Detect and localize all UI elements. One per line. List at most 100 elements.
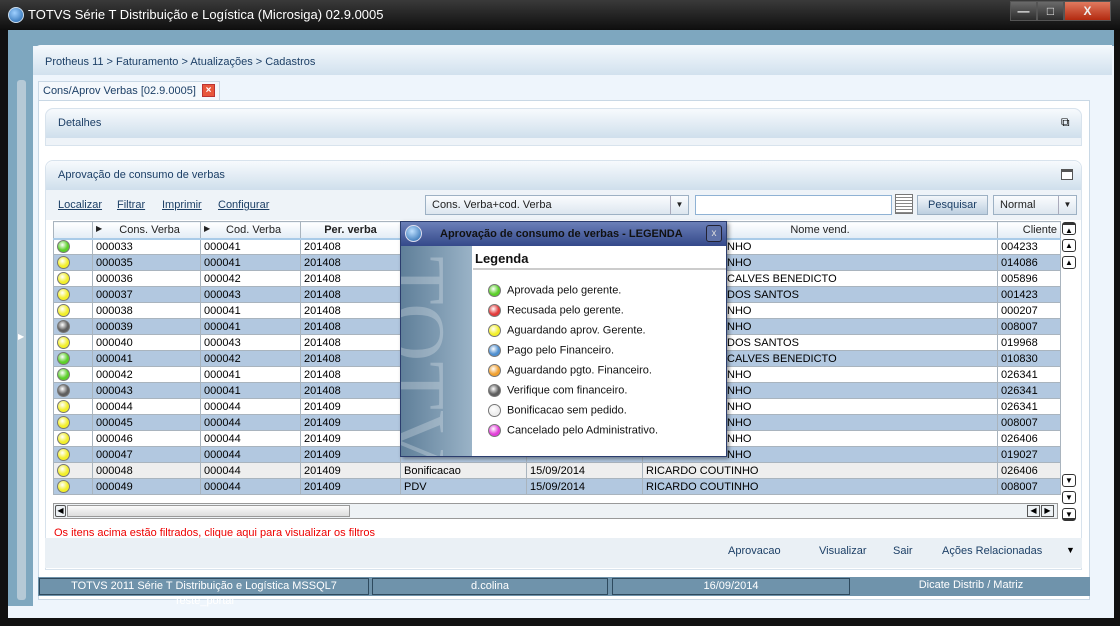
localizar-link[interactable]: Localizar bbox=[58, 199, 102, 211]
mode-select[interactable]: Normal ▼ bbox=[993, 195, 1077, 215]
cons-verba-cell: 000035 bbox=[92, 254, 201, 271]
col-label: Cod. Verba bbox=[226, 223, 282, 236]
cliente-cell: 010830 bbox=[997, 350, 1061, 367]
per-verba-cell: 201409 bbox=[300, 462, 401, 479]
dropdown-arrow-icon[interactable]: ▼ bbox=[1066, 545, 1075, 555]
scroll-up-button[interactable]: ▲ bbox=[1062, 256, 1076, 269]
divider bbox=[473, 268, 726, 270]
watermark-text: TOTVS bbox=[401, 256, 460, 456]
per-verba-cell: 201409 bbox=[300, 398, 401, 415]
scroll-left-end-button[interactable]: ◀ bbox=[1027, 505, 1040, 517]
restore-icon[interactable]: ⧉ bbox=[1061, 115, 1073, 129]
cliente-cell: 026341 bbox=[997, 382, 1061, 399]
cod-verba-cell: 000041 bbox=[200, 318, 301, 335]
cons-verba-cell: 000038 bbox=[92, 302, 201, 319]
scroll-page-up-button[interactable]: ▲ bbox=[1062, 239, 1076, 252]
search-button[interactable]: Pesquisar bbox=[917, 195, 988, 215]
status-user: d.colina bbox=[372, 578, 608, 595]
status-gray-icon bbox=[488, 384, 501, 397]
legend-item: Aprovada pelo gerente. bbox=[488, 284, 621, 304]
scroll-down-button[interactable]: ▼ bbox=[1062, 474, 1076, 487]
maximize-button[interactable]: □ bbox=[1037, 1, 1064, 21]
nome-vend-cell: RICARDO COUTINHO bbox=[642, 462, 998, 479]
status-blue-icon bbox=[488, 344, 501, 357]
legend-label: Verifique com financeiro. bbox=[507, 384, 628, 397]
cliente-cell: 008007 bbox=[997, 318, 1061, 335]
window-title: TOTVS Série T Distribuição e Logística (… bbox=[28, 7, 384, 22]
cliente-cell: 008007 bbox=[997, 478, 1061, 495]
index-select[interactable]: Cons. Verba+cod. Verba ▼ bbox=[425, 195, 689, 215]
cod-verba-cell: 000044 bbox=[200, 478, 301, 495]
horizontal-scrollbar[interactable]: ◀ ◀ ▶ bbox=[53, 503, 1058, 519]
status-white-icon bbox=[488, 404, 501, 417]
col-cod-verba[interactable]: ▶ Cod. Verba bbox=[200, 221, 301, 240]
per-verba-cell: 201408 bbox=[300, 302, 401, 319]
close-window-button[interactable]: X bbox=[1064, 1, 1111, 21]
legend-item: Aguardando aprov. Gerente. bbox=[488, 324, 646, 344]
visualizar-button[interactable]: Visualizar bbox=[819, 545, 867, 557]
filtrar-link[interactable]: Filtrar bbox=[117, 199, 145, 211]
scroll-left-button[interactable]: ◀ bbox=[55, 505, 66, 517]
search-input[interactable] bbox=[695, 195, 892, 215]
col-cons-verba[interactable]: ▶ Cons. Verba bbox=[92, 221, 201, 240]
cons-verba-cell: 000039 bbox=[92, 318, 201, 335]
tab-cons-aprov-verbas[interactable]: Cons/Aprov Verbas [02.9.0005] bbox=[38, 81, 220, 101]
scroll-right-button[interactable]: ▶ bbox=[1041, 505, 1054, 517]
cod-verba-cell: 000042 bbox=[200, 270, 301, 287]
legend-item: Bonificacao sem pedido. bbox=[488, 404, 627, 424]
table-row[interactable]: 000048 000044 201409 Bonificacao 15/09/2014 R… bbox=[53, 462, 1061, 479]
status-yellow-icon bbox=[57, 272, 70, 285]
table-row[interactable]: 000049 000044 201409 PDV 15/09/2014 RICARDO C… bbox=[53, 478, 1061, 495]
totvs-watermark: TOTVS bbox=[401, 246, 472, 456]
legend-close-button[interactable]: x bbox=[706, 225, 722, 242]
scroll-thumb[interactable] bbox=[67, 505, 350, 517]
col-label: Cons. Verba bbox=[119, 223, 180, 236]
imprimir-link[interactable]: Imprimir bbox=[162, 199, 202, 211]
scroll-bottom-button[interactable]: ▼ bbox=[1062, 508, 1076, 521]
minimize-button[interactable]: — bbox=[1010, 1, 1037, 21]
top-strip bbox=[8, 30, 1114, 46]
cod-verba-cell: 000044 bbox=[200, 430, 301, 447]
legend-item: Pago pelo Financeiro. bbox=[488, 344, 614, 364]
aprovacao-button[interactable]: Aprovacao bbox=[728, 545, 781, 557]
status-cell bbox=[53, 462, 93, 479]
per-verba-cell: 201408 bbox=[300, 286, 401, 303]
per-verba-cell: 201409 bbox=[300, 446, 401, 463]
cod-verba-cell: 000041 bbox=[200, 238, 301, 255]
legend-dialog-title: Aprovação de consumo de verbas - LEGENDA bbox=[401, 222, 726, 246]
per-verba-cell: 201408 bbox=[300, 382, 401, 399]
col5-cell: Bonificacao bbox=[400, 462, 527, 479]
scroll-top-button[interactable]: ▲ bbox=[1062, 222, 1076, 235]
action-bar bbox=[45, 538, 1082, 568]
col-cliente[interactable]: Cliente bbox=[997, 221, 1061, 240]
legend-label: Aguardando pgto. Financeiro. bbox=[507, 364, 652, 377]
scroll-page-down-button[interactable]: ▼ bbox=[1062, 491, 1076, 504]
nome-vend-cell: RICARDO COUTINHO bbox=[642, 478, 998, 495]
configurar-link[interactable]: Configurar bbox=[218, 199, 269, 211]
minimize-panel-icon[interactable] bbox=[1061, 169, 1073, 180]
sidebar-expand-handle[interactable]: ▶ bbox=[17, 80, 26, 600]
notepad-icon[interactable] bbox=[895, 194, 913, 214]
tab-close-icon[interactable]: × bbox=[202, 84, 215, 97]
status-bar: TOTVS 2011 Série T Distribuição e Logíst… bbox=[38, 577, 1090, 607]
details-title: Detalhes bbox=[46, 109, 1081, 138]
status-branch: Dicate Distrib / Matriz bbox=[918, 579, 1024, 591]
status-gray-icon bbox=[57, 384, 70, 397]
col-per-verba[interactable]: Per. verba bbox=[300, 221, 401, 240]
acoes-relacionadas-button[interactable]: Ações Relacionadas bbox=[942, 545, 1042, 557]
col-status[interactable] bbox=[53, 221, 93, 240]
cons-verba-cell: 000046 bbox=[92, 430, 201, 447]
status-yellow-icon bbox=[57, 288, 70, 301]
cliente-cell: 019027 bbox=[997, 446, 1061, 463]
cod-verba-cell: 000043 bbox=[200, 334, 301, 351]
cliente-cell: 000207 bbox=[997, 302, 1061, 319]
sort-icon: ▶ bbox=[204, 223, 211, 233]
status-red-icon bbox=[488, 304, 501, 317]
cod-verba-cell: 000042 bbox=[200, 350, 301, 367]
status-cell bbox=[53, 270, 93, 287]
sair-button[interactable]: Sair bbox=[893, 545, 913, 557]
legend-label: Bonificacao sem pedido. bbox=[507, 404, 627, 417]
status-cell bbox=[53, 446, 93, 463]
cons-verba-cell: 000036 bbox=[92, 270, 201, 287]
cliente-cell: 005896 bbox=[997, 270, 1061, 287]
